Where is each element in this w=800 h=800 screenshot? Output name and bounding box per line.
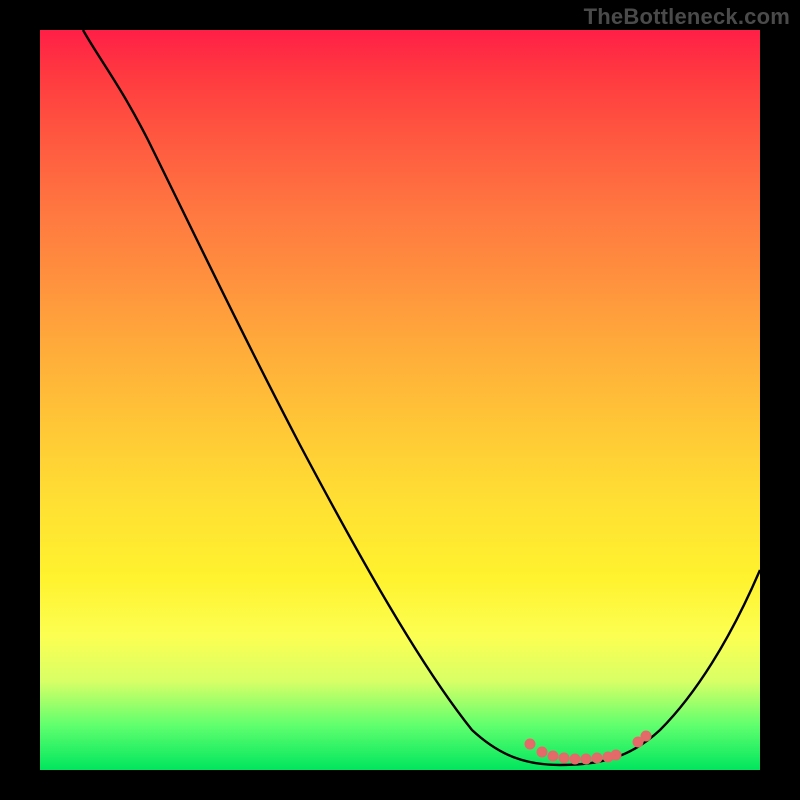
chart-frame: TheBottleneck.com: [0, 0, 800, 800]
bottleneck-curve: [83, 30, 760, 765]
watermark-text: TheBottleneck.com: [584, 4, 790, 30]
optimal-range-markers: [525, 731, 651, 764]
plot-area: [40, 30, 760, 770]
curve-layer: [40, 30, 760, 770]
